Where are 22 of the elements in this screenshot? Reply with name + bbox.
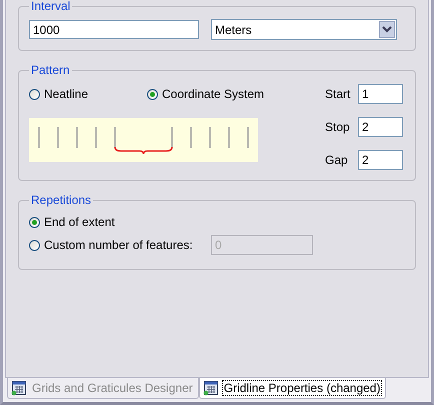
grid-window-icon — [11, 380, 27, 396]
field-label: Gap — [325, 153, 349, 167]
group-title: Repetitions — [30, 193, 92, 207]
interval-field[interactable]: 1000 — [29, 20, 199, 39]
number-field[interactable]: 2 — [358, 150, 403, 170]
radio-icon[interactable] — [29, 216, 40, 228]
radio-option[interactable]: End of extent — [29, 215, 211, 229]
tab[interactable]: Gridline Properties (changed) — [198, 378, 386, 399]
field-label: Stop — [325, 120, 351, 134]
radio-icon[interactable] — [29, 240, 40, 250]
group-title: Pattern — [30, 63, 71, 77]
radio-option[interactable]: Neatline — [29, 87, 147, 101]
radio-icon[interactable] — [147, 88, 158, 100]
radio-option[interactable]: Custom number of features: — [29, 238, 211, 252]
radio-option[interactable]: Coordinate System — [147, 87, 264, 101]
unit-dropdown[interactable]: Meters — [211, 19, 397, 40]
group-title: Interval — [30, 0, 72, 13]
radio-icon[interactable] — [29, 88, 40, 100]
number-field[interactable]: 2 — [358, 117, 403, 137]
grid-window-icon — [202, 380, 219, 396]
number-field[interactable]: 1 — [358, 84, 403, 104]
field-label: Start — [325, 87, 352, 101]
